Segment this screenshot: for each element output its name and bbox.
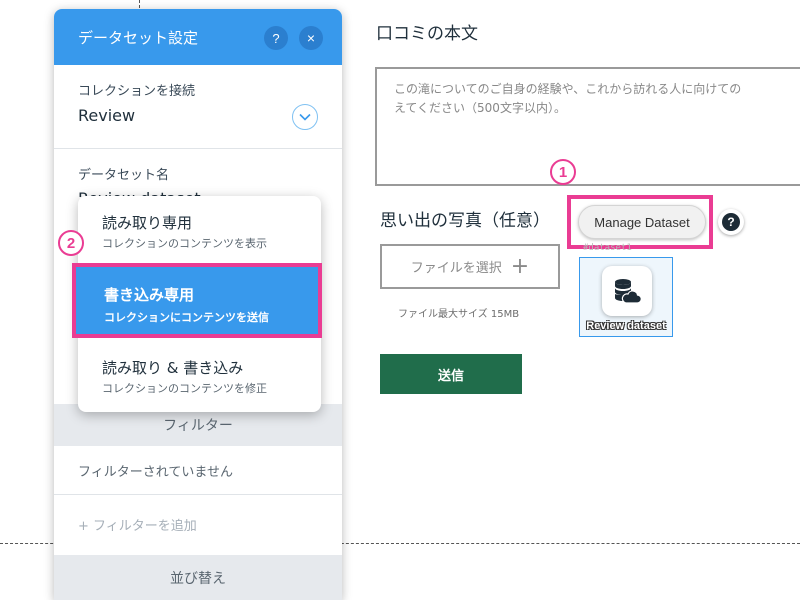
mode-option-subtitle: コレクションにコンテンツを送信 — [104, 311, 269, 324]
review-textarea[interactable]: この滝についてのご自身の経験や、これから訪れる人に向けての えてください（500… — [375, 67, 800, 186]
dataset-caption: Review dataset — [586, 320, 666, 332]
dataset-help-button[interactable]: ? — [718, 209, 744, 235]
close-icon: × — [306, 30, 316, 46]
choose-file-label: ファイルを選択 — [410, 261, 502, 276]
mode-option-title: 書き込み専用 — [104, 286, 195, 304]
panel-close-button[interactable]: × — [299, 26, 323, 50]
manage-dataset-button[interactable]: Manage Dataset — [578, 205, 706, 239]
photo-section-title: 思い出の写真（任意） — [380, 211, 550, 231]
mode-option-read-only[interactable]: 読み取り専用 コレクションのコンテンツを表示 — [78, 196, 321, 262]
mode-option-title: 読み取り専用 — [102, 214, 193, 232]
choose-file-button[interactable]: ファイルを選択 + — [380, 244, 560, 289]
mode-option-subtitle: コレクションのコンテンツを修正 — [102, 382, 267, 395]
mode-option-subtitle: コレクションのコンテンツを表示 — [102, 237, 267, 250]
mode-option-read-write[interactable]: 読み取り & 書き込み コレクションのコンテンツを修正 — [78, 344, 321, 412]
mode-option-title: 読み取り & 書き込み — [102, 359, 244, 377]
submit-button[interactable]: 送信 — [380, 354, 522, 394]
dataset-element[interactable]: Review dataset — [579, 257, 673, 337]
mode-option-write-only[interactable]: 書き込み専用 コレクションにコンテンツを送信 — [72, 263, 322, 338]
add-filter-link[interactable]: + フィルターを追加 — [78, 515, 197, 534]
chevron-down-icon[interactable] — [292, 104, 318, 130]
panel-title: データセット設定 — [78, 29, 199, 47]
database-cloud-icon — [602, 266, 652, 316]
collection-select[interactable]: Review — [78, 106, 135, 125]
panel-header: データセット設定 ? × — [54, 9, 342, 65]
divider — [54, 494, 342, 495]
file-size-note: ファイル最大サイズ 15MB — [398, 309, 520, 320]
divider — [54, 148, 342, 149]
review-placeholder: この滝についてのご自身の経験や、これから訪れる人に向けての えてください（500… — [394, 82, 742, 115]
step-badge-2: 2 — [58, 230, 84, 256]
review-text-title: 口コミの本文 — [376, 24, 478, 44]
question-icon: ? — [722, 213, 740, 231]
dataset-id-label: #dataset1 — [583, 243, 632, 253]
panel-help-button[interactable]: ? — [264, 26, 288, 50]
plus-icon: + — [510, 253, 530, 279]
question-icon: ? — [272, 30, 280, 46]
step-badge-1: 1 — [550, 159, 576, 185]
filter-status: フィルターされていません — [78, 465, 233, 480]
dataset-name-label: データセット名 — [78, 168, 170, 183]
sort-section-header: 並び替え — [54, 555, 342, 600]
collection-label: コレクションを接続 — [78, 84, 196, 99]
